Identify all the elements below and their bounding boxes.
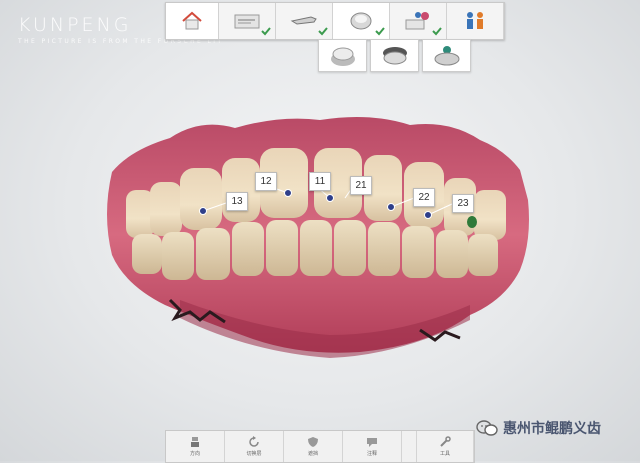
toolbar-occlusion-button[interactable]: 遮挡	[284, 431, 343, 462]
tooth-label-21[interactable]: 21	[350, 176, 372, 195]
tooth-label-12[interactable]: 12	[255, 172, 277, 191]
check-icon	[261, 27, 271, 36]
step-patient-form[interactable]	[219, 3, 276, 39]
bottom-toolbar: 方向 切换层 遮挡 注释 工具	[165, 430, 475, 463]
check-icon	[432, 27, 442, 36]
rotate-icon	[249, 436, 259, 447]
lower-jaw-icon	[382, 46, 407, 64]
toolbar-tools-button[interactable]: 工具	[416, 431, 474, 462]
tooth-marker-22[interactable]	[387, 203, 395, 211]
workflow-steps	[165, 2, 505, 40]
wechat-icon	[476, 420, 498, 436]
toolbar-direction-button[interactable]: 方向	[166, 431, 225, 462]
patient-form-icon	[234, 14, 260, 29]
step-patient[interactable]	[447, 3, 504, 39]
toolbar-tools-label: 工具	[439, 451, 450, 457]
jaw-scan-icon	[350, 12, 372, 30]
check-icon	[318, 27, 328, 36]
tooth-label-22[interactable]: 22	[413, 188, 435, 207]
check-icon	[375, 27, 385, 36]
scan-substeps	[318, 39, 471, 72]
patient-icon	[467, 12, 483, 29]
step-home[interactable]	[166, 3, 219, 39]
tooth-label-13[interactable]: 13	[226, 192, 248, 211]
substep-lower-jaw[interactable]	[370, 39, 419, 72]
tooth-label-11[interactable]: 11	[309, 172, 331, 191]
tooth-marker-12[interactable]	[284, 189, 292, 197]
toolbar-occlusion-label: 遮挡	[307, 451, 318, 457]
upper-jaw-icon	[330, 47, 355, 66]
toolbar-rotate-label: 切换层	[246, 451, 262, 457]
direction-icon	[191, 437, 199, 447]
watermark-text: 惠州市鲲鹏义齿	[503, 420, 601, 436]
toolbar-rotate-button[interactable]: 切换层	[225, 431, 284, 462]
home-icon	[182, 11, 202, 30]
step-jaw-scan[interactable]	[333, 3, 390, 39]
wrench-icon	[440, 436, 451, 447]
tooth-marker-13[interactable]	[199, 207, 207, 215]
step-scanner[interactable]	[276, 3, 333, 39]
step-design[interactable]	[390, 3, 447, 39]
substep-upper-jaw[interactable]	[318, 39, 367, 72]
toolbar-direction-label: 方向	[189, 451, 200, 457]
wechat-watermark: 惠州市鲲鹏义齿	[476, 418, 601, 438]
shield-icon	[308, 437, 318, 447]
comment-icon	[367, 438, 377, 447]
tooth-marker-11[interactable]	[326, 194, 334, 202]
substep-bite[interactable]	[422, 39, 471, 72]
tooth-label-23[interactable]: 23	[452, 194, 474, 213]
toolbar-annotate-button[interactable]: 注释	[343, 431, 402, 462]
tooth-marker-23[interactable]	[424, 211, 432, 219]
bite-icon	[434, 45, 459, 65]
design-icon	[405, 12, 429, 30]
toolbar-annotate-label: 注释	[366, 451, 377, 457]
scanner-icon	[290, 16, 317, 25]
